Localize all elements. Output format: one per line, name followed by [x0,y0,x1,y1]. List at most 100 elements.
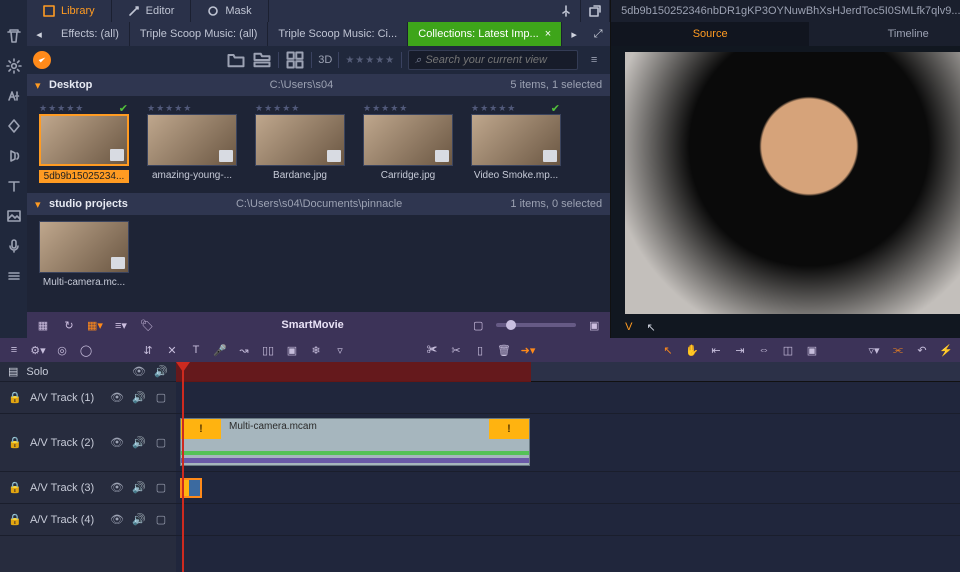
panel-menu-icon[interactable]: ≡ [584,50,604,70]
view-icon[interactable] [285,50,305,70]
keyframe-icon[interactable]: ▢ [154,481,168,495]
eye-icon[interactable]: 👁 [110,513,124,527]
list-icon[interactable]: ≡▾ [113,317,129,333]
audio-icon[interactable] [6,148,22,164]
trim-out-icon[interactable]: ⇥ [732,342,748,358]
nav-expand-icon[interactable]: ⤢ [586,22,610,46]
tab-library[interactable]: Library [27,0,112,22]
marker-icon[interactable]: ▿ [332,342,348,358]
magnet-icon[interactable]: ⫘ [890,342,906,358]
smartmovie-button[interactable]: SmartMovie [165,319,460,331]
speaker-icon[interactable]: 🔊 [154,365,168,379]
insert-mode-icon[interactable]: ➜▾ [520,342,536,358]
speaker-icon[interactable]: 🔊 [132,513,146,527]
section-studio[interactable]: ▾ studio projects C:\Users\s04\Documents… [27,193,610,215]
crumb-tsm-all[interactable]: Triple Scoop Music: (all) [130,22,269,46]
lock-icon[interactable]: 🔒 [8,481,22,495]
keyframe-icon[interactable]: ▢ [154,391,168,405]
speaker-icon[interactable]: 🔊 [132,436,146,450]
speaker-icon[interactable]: 🔊 [132,391,146,405]
clipboard-icon[interactable]: ▯ [472,342,488,358]
lightning-icon[interactable]: ⚡ [938,342,954,358]
track-header[interactable]: 🔒 A/V Track (4) 👁 🔊 ▢ [0,504,176,536]
title-icon[interactable] [6,178,22,194]
track-header[interactable]: 🔒 A/V Track (1) 👁 🔊 ▢ [0,382,176,414]
cut-icon[interactable]: ✀ [424,342,440,358]
disc-icon[interactable]: ◯ [78,342,94,358]
thumb-size-small-icon[interactable]: ▢ [470,317,486,333]
refresh-icon[interactable]: ↻ [61,317,77,333]
cursor-icon[interactable]: ↖ [646,321,655,334]
menu-icon[interactable]: ≡ [6,342,22,358]
hand-icon[interactable]: ✋ [684,342,700,358]
444-icon[interactable]: ▯▯ [260,342,276,358]
thumb-item[interactable]: ★★★★★ Carridge.jpg [363,102,453,183]
3d-toggle[interactable]: 3D [318,54,332,66]
info-icon[interactable]: ▦ [35,317,51,333]
fx-icon[interactable] [6,88,22,104]
group-icon[interactable]: ▣ [284,342,300,358]
popout-icon[interactable] [581,0,610,22]
undo-icon[interactable]: ↶ [914,342,930,358]
eye-icon[interactable]: 👁 [110,436,124,450]
crumb-effects[interactable]: Effects: (all) [51,22,130,46]
thumb-item[interactable]: ★★★★★ Bardane.jpg [255,102,345,183]
tab-mask[interactable]: Mask [191,0,268,22]
preview-tab-source[interactable]: Source [611,22,809,46]
clip[interactable]: ! ! Multi-camera.mcam [180,418,530,466]
tab-editor[interactable]: Editor [112,0,192,22]
crumb-tsm-ci[interactable]: Triple Scoop Music: Ci... [268,22,408,46]
search-input[interactable] [425,54,571,66]
lock-icon[interactable]: 🔒 [8,436,22,450]
gear2-icon[interactable]: ⚙▾ [30,342,46,358]
addtrack-icon[interactable]: ▣ [804,342,820,358]
eye-icon[interactable]: 👁 [110,481,124,495]
folder-tree-icon[interactable] [252,50,272,70]
folder-open-icon[interactable] [226,50,246,70]
keyframe-icon[interactable]: ▢ [154,436,168,450]
search-box[interactable]: ⌕ [408,50,578,70]
playhead-line[interactable] [182,362,184,572]
mic-icon[interactable]: 🎤 [212,342,228,358]
voiceover-icon[interactable] [6,238,22,254]
roll-icon[interactable]: ◫ [780,342,796,358]
thumb-size-large-icon[interactable]: ▣ [586,317,602,333]
gear-icon[interactable] [6,58,22,74]
preview-tab-timeline[interactable]: Timeline [809,22,960,46]
pin-icon[interactable] [552,0,581,22]
thumb-item[interactable]: ★★★★★ 5db9b15025234... [39,102,129,183]
photo-icon[interactable] [6,208,22,224]
more-icon[interactable] [6,268,22,284]
tag-icon[interactable]: 🏷 [139,317,155,333]
trash-icon[interactable]: 🗑 [496,342,512,358]
thumb-item[interactable]: Multi-camera.mc... [39,221,129,302]
thumb-item[interactable]: ★★★★★ Video Smoke.mp... [471,102,561,183]
track-header[interactable]: 🔒 A/V Track (2) 👁 🔊 ▢ [0,414,176,472]
track-header[interactable]: 🔒 A/V Track (3) 👁 🔊 ▢ [0,472,176,504]
track-lane[interactable] [176,382,960,414]
pointer-icon[interactable]: ↖ [660,342,676,358]
slip-icon[interactable]: ⇔ [756,342,772,358]
speed-icon[interactable]: ↝ [236,342,252,358]
transition-icon[interactable] [6,118,22,134]
link-icon[interactable]: ✕ [164,342,180,358]
title2-icon[interactable]: T [188,342,204,358]
lock-icon[interactable]: 🔒 [8,513,22,527]
bin-icon[interactable] [6,28,22,44]
freeze-icon[interactable]: ❄ [308,342,324,358]
thumb-size-slider[interactable] [496,323,576,327]
cut2-icon[interactable]: ✂ [448,342,464,358]
speaker-icon[interactable]: 🔊 [132,481,146,495]
section-desktop[interactable]: ▾ Desktop C:\Users\s04 5 items, 1 select… [27,74,610,96]
track-lane[interactable] [176,504,960,536]
nav-fwd[interactable]: ▸ [562,22,586,46]
nav-back[interactable]: ◂ [27,22,51,46]
marker2-icon[interactable]: ▿▾ [866,342,882,358]
eye-icon[interactable]: 👁 [132,365,146,379]
trim-in-icon[interactable]: ⇤ [708,342,724,358]
eye-icon[interactable]: 👁 [110,391,124,405]
track-lane[interactable] [176,472,960,504]
track-lane[interactable]: ! ! Multi-camera.mcam [176,414,960,472]
target-icon[interactable]: ◎ [54,342,70,358]
thumb-item[interactable]: ★★★★★ amazing-young-... [147,102,237,183]
